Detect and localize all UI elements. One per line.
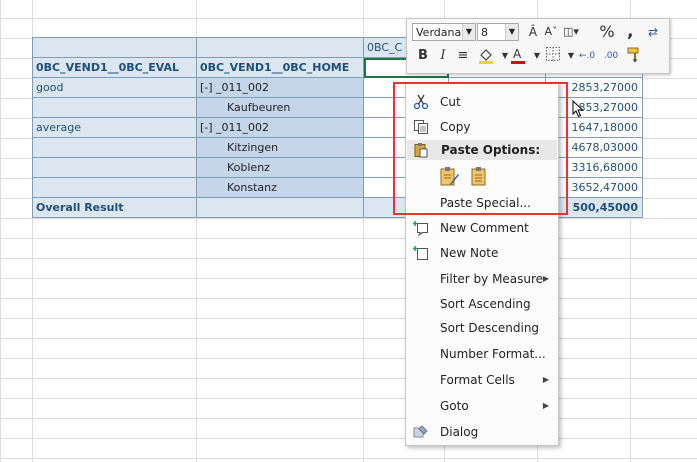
- menu-item-label: Sort Ascending: [440, 297, 531, 311]
- borders-icon[interactable]: [545, 46, 561, 66]
- number-format-icon[interactable]: ◫▾: [563, 22, 579, 42]
- highlight-box: [393, 82, 568, 215]
- font-size-value: 8: [481, 26, 488, 39]
- menu-item-number-format[interactable]: Number Format...: [406, 342, 558, 366]
- menu-item-label: Format Cells: [440, 373, 515, 387]
- mini-toolbar: Verdana ▼ 8 ▼ Â Aˇ ◫▾ % ‚ ⇄ B I ≡ ▼ A ▼…: [406, 18, 670, 74]
- menu-item-label: Number Format...: [440, 347, 546, 361]
- chevron-right-icon: ▶: [542, 401, 549, 410]
- chevron-down-icon[interactable]: ▼: [462, 24, 475, 40]
- chevron-right-icon: ▶: [542, 274, 549, 283]
- menu-item-label: Goto: [440, 399, 469, 413]
- overall-result-label[interactable]: Overall Result: [32, 197, 197, 218]
- pivot-row-label[interactable]: Kitzingen: [196, 137, 364, 158]
- menu-item-label: Dialog: [440, 425, 479, 439]
- decrease-font-size-icon[interactable]: Aˇ: [543, 22, 559, 42]
- increase-font-size-icon[interactable]: Â: [525, 22, 541, 42]
- pivot-row-label[interactable]: [32, 157, 197, 178]
- dialog-icon: [413, 424, 429, 440]
- pivot-row-label[interactable]: Kaufbeuren: [196, 97, 364, 118]
- format-painter-icon[interactable]: [627, 46, 643, 66]
- menu-item-label: Filter by Measure: [440, 272, 544, 286]
- menu-item-label: New Comment: [440, 221, 529, 235]
- pivot-row-label[interactable]: [-] _011_002: [196, 77, 364, 98]
- menu-item-new-note[interactable]: New Note: [406, 241, 558, 265]
- wrap-text-icon[interactable]: ⇄: [645, 22, 661, 42]
- italic-icon[interactable]: I: [435, 46, 451, 66]
- pivot-row-label[interactable]: [32, 137, 197, 158]
- comma-style-icon[interactable]: ‚: [622, 22, 638, 42]
- chevron-down-icon[interactable]: ▼: [505, 24, 518, 40]
- mouse-cursor-icon: [572, 100, 584, 118]
- pivot-row-label[interactable]: good: [32, 77, 197, 98]
- fill-color-icon[interactable]: [477, 46, 495, 66]
- pivot-row-label[interactable]: [32, 177, 197, 198]
- menu-item-filter-by-measure[interactable]: Filter by Measure ▶: [406, 267, 558, 291]
- pivot-row-label[interactable]: Konstanz: [196, 177, 364, 198]
- menu-item-goto[interactable]: Goto ▶: [406, 394, 558, 418]
- font-color-icon[interactable]: A: [509, 46, 527, 66]
- pivot-header-eval[interactable]: 0BC_VEND1__0BC_EVAL: [32, 57, 197, 78]
- font-size-select[interactable]: 8 ▼: [477, 23, 519, 41]
- pivot-row-label[interactable]: Koblenz: [196, 157, 364, 178]
- percent-style-icon[interactable]: %: [599, 22, 615, 42]
- chevron-down-icon[interactable]: ▼: [563, 46, 579, 66]
- new-comment-icon: [413, 220, 429, 237]
- menu-item-label: New Note: [440, 246, 499, 260]
- font-name-select[interactable]: Verdana ▼: [412, 23, 476, 41]
- chevron-down-icon[interactable]: ▼: [529, 46, 545, 66]
- pivot-empty-cell[interactable]: [32, 37, 197, 58]
- menu-item-format-cells[interactable]: Format Cells ▶: [406, 368, 558, 392]
- font-name-value: Verdana: [416, 26, 462, 39]
- align-center-icon[interactable]: ≡: [455, 46, 471, 66]
- pivot-header-home[interactable]: 0BC_VEND1__0BC_HOME: [196, 57, 364, 78]
- new-note-icon: [413, 245, 429, 261]
- pivot-row-label[interactable]: [-] _011_002: [196, 117, 364, 138]
- pivot-row-label[interactable]: average: [32, 117, 197, 138]
- increase-decimal-icon[interactable]: ←.0: [579, 46, 595, 66]
- menu-item-sort-ascending[interactable]: Sort Ascending: [406, 292, 558, 316]
- pivot-row-label[interactable]: [32, 97, 197, 118]
- menu-item-dialog[interactable]: Dialog: [406, 420, 558, 444]
- chevron-right-icon: ▶: [542, 375, 549, 384]
- pivot-empty-cell[interactable]: [196, 197, 364, 218]
- decrease-decimal-icon[interactable]: .00: [603, 46, 619, 66]
- menu-item-new-comment[interactable]: New Comment: [406, 216, 558, 240]
- bold-icon[interactable]: B: [415, 46, 431, 66]
- svg-text:A: A: [513, 47, 522, 61]
- pivot-empty-cell[interactable]: [196, 37, 364, 58]
- menu-item-label: Sort Descending: [440, 321, 540, 335]
- menu-item-sort-descending[interactable]: Sort Descending: [406, 316, 558, 340]
